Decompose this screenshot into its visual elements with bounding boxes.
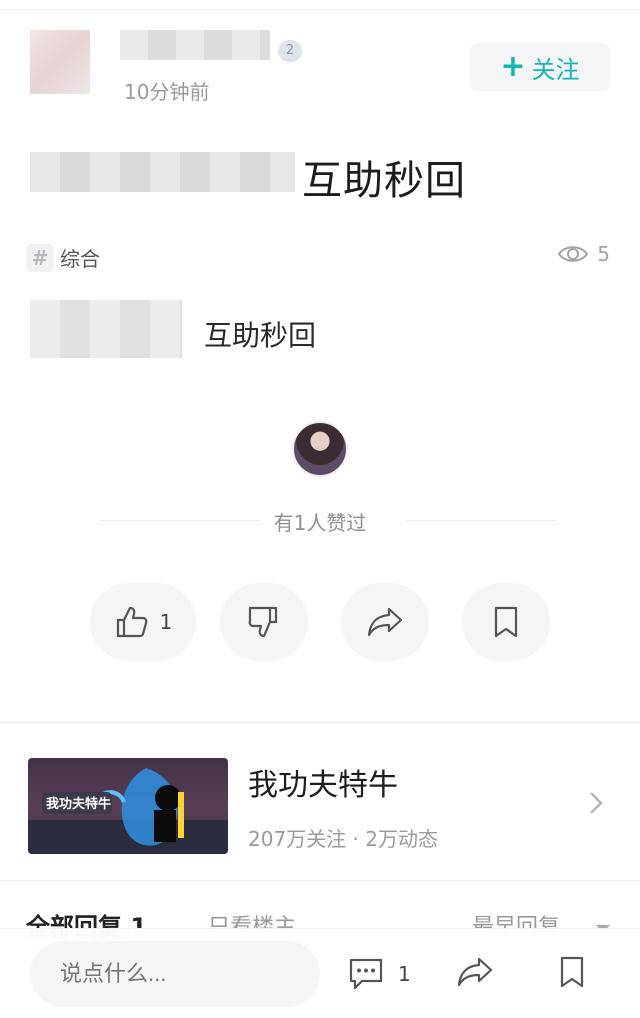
post-title: 互助秒回	[302, 158, 466, 204]
title-redacted	[30, 152, 295, 192]
section-divider-2	[0, 880, 640, 881]
comment-bubble-icon	[349, 958, 383, 990]
share-button[interactable]	[341, 583, 429, 661]
chevron-right-icon[interactable]	[588, 790, 604, 816]
bottom-bar: 1	[0, 928, 640, 1018]
bookmark-icon	[494, 606, 518, 638]
game-banner-image[interactable]: 我功夫特牛	[28, 758, 228, 854]
author-name-redacted[interactable]	[120, 30, 270, 60]
like-count: 1	[159, 610, 173, 634]
comments-button[interactable]: 1	[348, 957, 411, 991]
tag-label: 综合	[60, 247, 100, 271]
game-artwork: 我功夫特牛	[28, 768, 228, 854]
plus-icon: +	[500, 49, 526, 84]
liker-avatar[interactable]	[292, 421, 348, 477]
game-stats: 207万关注 · 2万动态	[248, 827, 438, 851]
like-button[interactable]: 1	[90, 583, 196, 661]
post-time: 10分钟前	[124, 80, 210, 104]
post-body: 互助秒回	[204, 319, 317, 352]
author-avatar[interactable]	[30, 30, 90, 94]
bookmark-button[interactable]	[462, 583, 550, 661]
topic-tag[interactable]: # 综合	[26, 243, 100, 272]
comment-input[interactable]	[30, 941, 320, 1007]
share-icon[interactable]	[455, 955, 495, 989]
section-divider	[0, 722, 640, 723]
hash-icon: #	[26, 243, 54, 272]
top-divider	[0, 9, 640, 10]
follow-label: 关注	[531, 55, 580, 84]
eye-icon	[558, 246, 589, 262]
view-count-value: 5	[597, 242, 610, 266]
game-name[interactable]: 我功夫特牛	[248, 760, 398, 804]
thumbs-down-icon	[248, 606, 278, 638]
bookmark-bar-icon[interactable]	[557, 955, 587, 989]
post-detail-page: 2 10分钟前 + 关注 互助秒回 # 综合 5 互助秒回 有1人赞过 1 我功…	[0, 0, 640, 1018]
share-arrow-icon	[367, 607, 403, 637]
comment-count: 1	[398, 962, 411, 986]
banner-title-text: 我功夫特牛	[46, 796, 111, 812]
level-badge: 2	[278, 40, 302, 62]
dislike-button[interactable]	[220, 583, 308, 661]
follow-button[interactable]: + 关注	[470, 43, 610, 91]
likes-summary[interactable]: 有1人赞过	[0, 507, 640, 536]
body-redacted	[30, 300, 182, 358]
view-count: 5	[557, 242, 610, 266]
thumbs-up-icon	[116, 606, 147, 638]
